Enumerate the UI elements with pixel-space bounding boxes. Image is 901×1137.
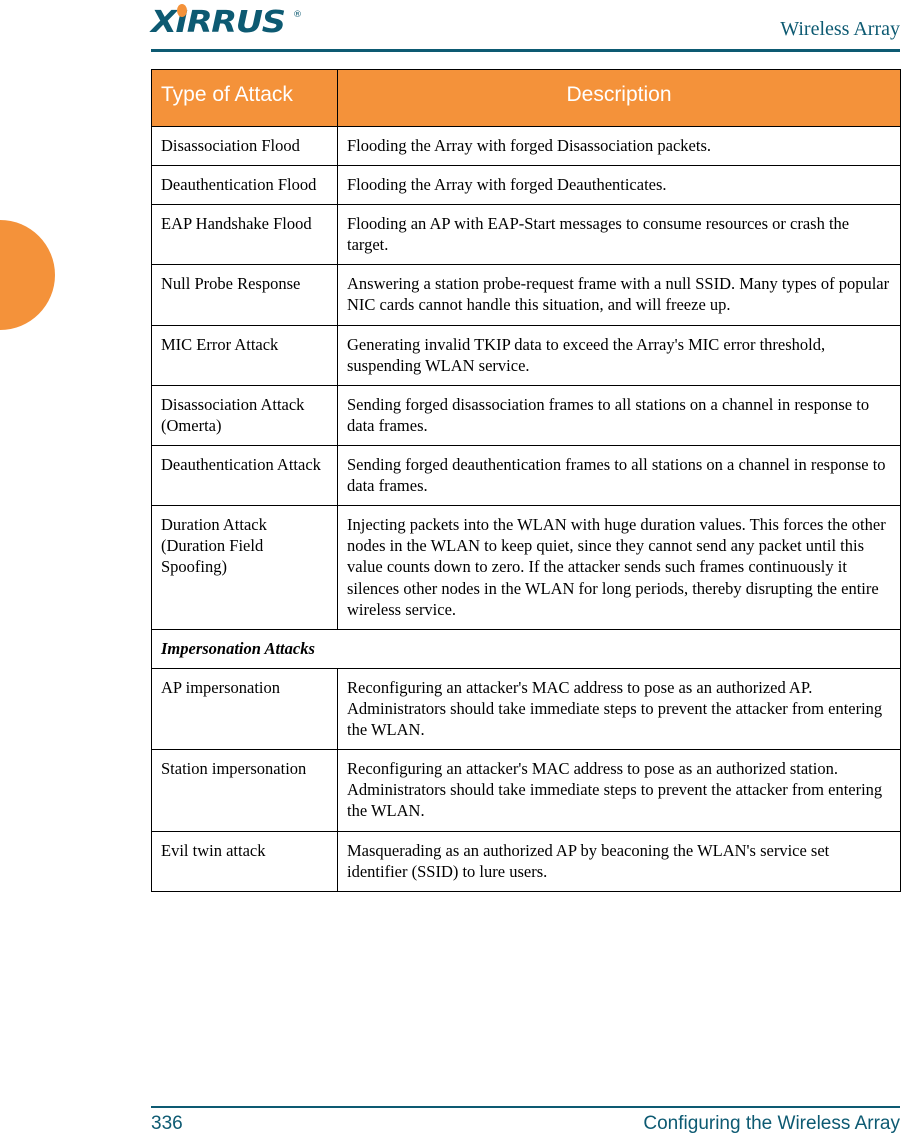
cell-attack-type: Station impersonation bbox=[151, 749, 338, 832]
cell-attack-description: Masquerading as an authorized AP by beac… bbox=[337, 830, 901, 892]
footer-page-number: 336 bbox=[151, 1113, 183, 1134]
table-row: Deauthentication Attack Sending forged de… bbox=[151, 444, 901, 507]
table-section-row: Impersonation Attacks bbox=[151, 628, 901, 669]
cell-attack-type: Null Probe Response bbox=[151, 264, 338, 326]
cell-attack-type: AP impersonation bbox=[151, 667, 338, 751]
table-section-label: Impersonation Attacks bbox=[151, 628, 901, 669]
table-row: MIC Error Attack Generating invalid TKIP … bbox=[151, 324, 901, 386]
cell-attack-description: Reconfiguring an attacker's MAC address … bbox=[337, 667, 901, 751]
cell-attack-description: Reconfiguring an attacker's MAC address … bbox=[337, 749, 901, 832]
table-row: Null Probe Response Answering a station p… bbox=[151, 264, 901, 326]
cell-attack-type: Evil twin attack bbox=[151, 830, 338, 892]
table-header: Type of Attack Description bbox=[151, 69, 901, 127]
table-row: Station impersonation Reconfiguring an at… bbox=[151, 749, 901, 832]
cell-attack-type: Deauthentication Attack bbox=[151, 444, 338, 507]
table-row: AP impersonation Reconfiguring an attacke… bbox=[151, 667, 901, 751]
xirrus-logo: XIRRUS ® bbox=[151, 4, 311, 42]
cell-attack-type: EAP Handshake Flood bbox=[151, 204, 338, 266]
cell-attack-description: Sending forged disassociation frames to … bbox=[337, 384, 901, 446]
cell-attack-description: Flooding an AP with EAP-Start messages t… bbox=[337, 204, 901, 266]
table-header-row: Type of Attack Description bbox=[151, 69, 901, 127]
table-row: Evil twin attack Masquerading as an autho… bbox=[151, 830, 901, 892]
cell-attack-description: Answering a station probe-request frame … bbox=[337, 264, 901, 326]
footer-section-title: Configuring the Wireless Array bbox=[643, 1113, 900, 1134]
cell-attack-type: MIC Error Attack bbox=[151, 324, 338, 386]
cell-attack-description: Flooding the Array with forged Deauthent… bbox=[337, 164, 901, 206]
xirrus-logo-dot-icon bbox=[177, 4, 187, 17]
column-header-description: Description bbox=[337, 69, 901, 127]
table-row: EAP Handshake Flood Flooding an AP with E… bbox=[151, 204, 901, 266]
table-row: Disassociation Flood Flooding the Array w… bbox=[151, 125, 901, 166]
cell-attack-type: Disassociation Attack (Omerta) bbox=[151, 384, 338, 446]
table-row: Duration Attack (Duration Field Spoofing… bbox=[151, 505, 901, 630]
cell-attack-description: Injecting packets into the WLAN with hug… bbox=[337, 505, 901, 630]
header-divider bbox=[151, 49, 900, 52]
table-row: Deauthentication Flood Flooding the Array… bbox=[151, 164, 901, 206]
cell-attack-description: Sending forged deauthentication frames t… bbox=[337, 444, 901, 507]
column-header-type-of-attack: Type of Attack bbox=[151, 69, 338, 127]
cell-attack-type: Duration Attack (Duration Field Spoofing… bbox=[151, 505, 338, 630]
cell-attack-type: Deauthentication Flood bbox=[151, 164, 338, 206]
table-body: Disassociation Flood Flooding the Array w… bbox=[151, 125, 901, 892]
left-edge-orange-tab-icon bbox=[0, 220, 55, 330]
header-title: Wireless Array bbox=[780, 18, 900, 40]
footer-divider bbox=[151, 1106, 900, 1108]
cell-attack-description: Flooding the Array with forged Disassoci… bbox=[337, 125, 901, 166]
table-row: Disassociation Attack (Omerta) Sending fo… bbox=[151, 384, 901, 446]
registered-trademark-icon: ® bbox=[293, 10, 302, 20]
attack-types-table: Type of Attack Description Disassociatio… bbox=[151, 69, 901, 892]
cell-attack-type: Disassociation Flood bbox=[151, 125, 338, 166]
cell-attack-description: Generating invalid TKIP data to exceed t… bbox=[337, 324, 901, 386]
page-footer: 336 Configuring the Wireless Array bbox=[151, 1111, 900, 1137]
page-header: XIRRUS ® Wireless Array bbox=[151, 0, 900, 52]
